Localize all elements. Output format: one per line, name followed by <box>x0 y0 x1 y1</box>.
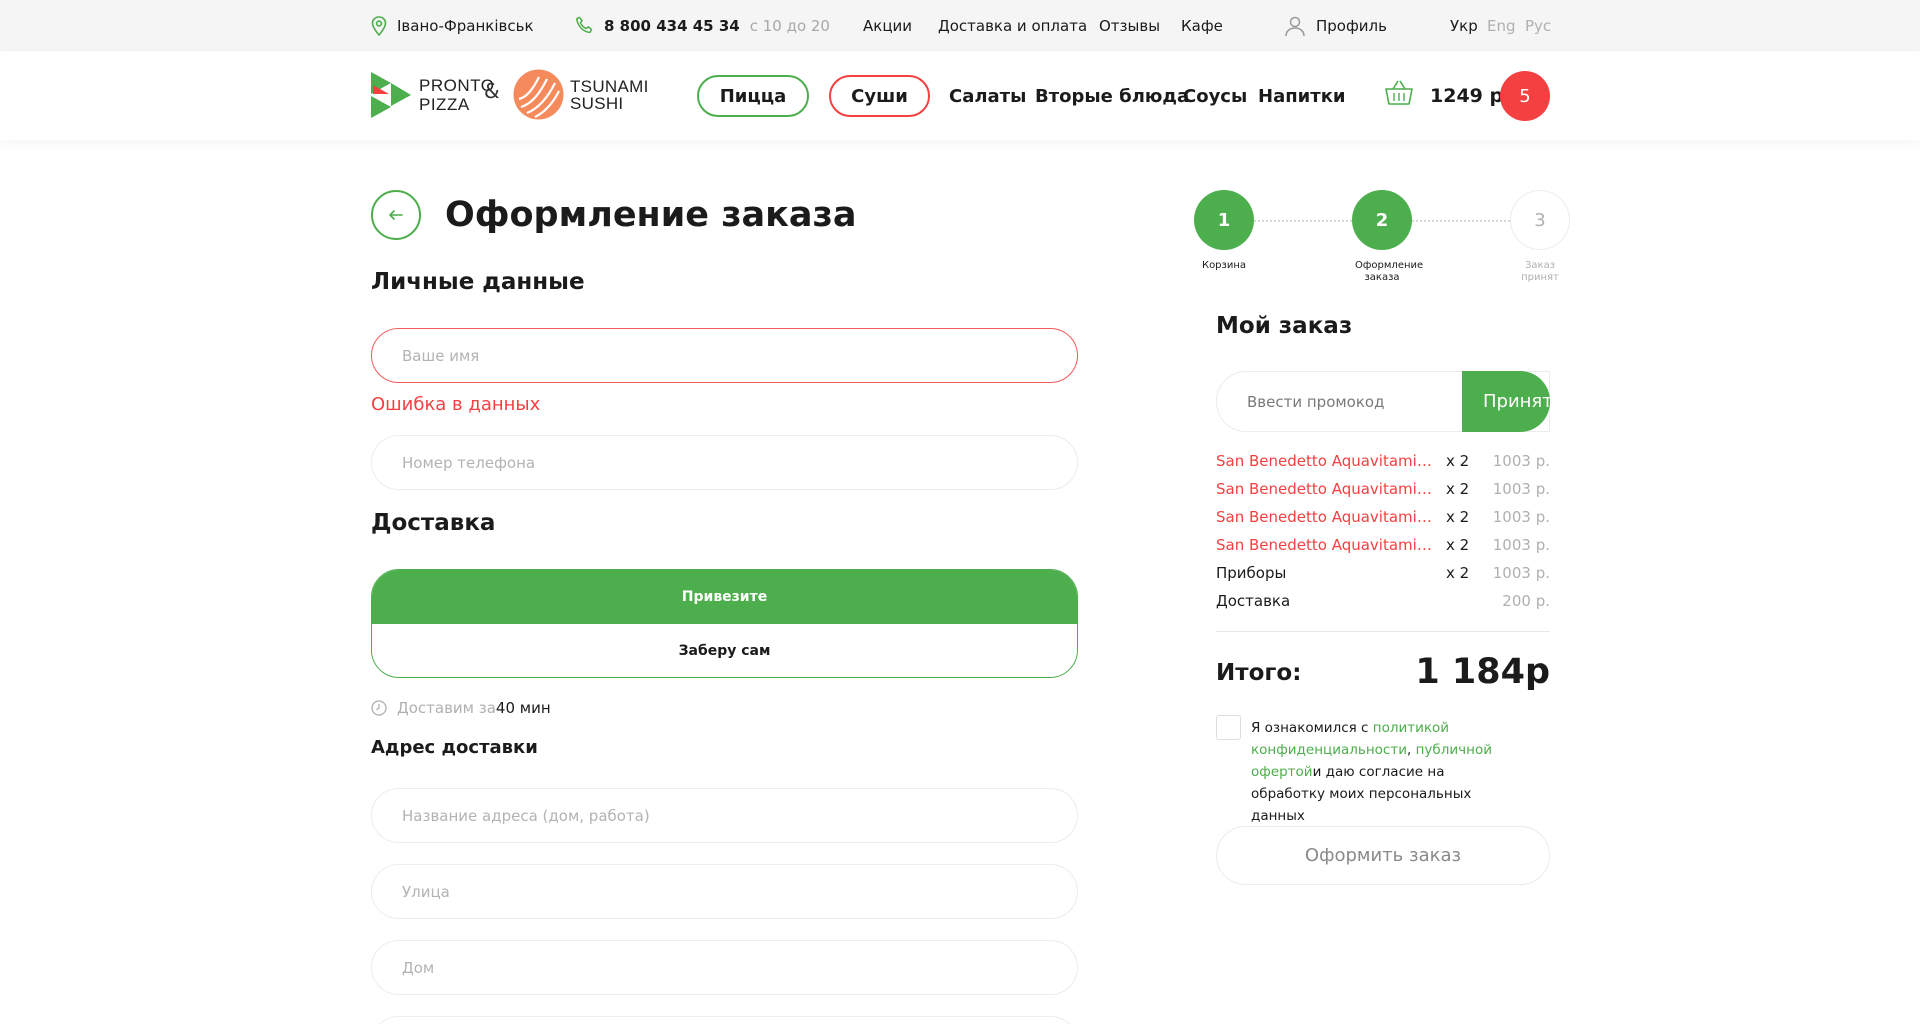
name-input[interactable] <box>371 328 1078 383</box>
order-item-qty: x 2 <box>1446 536 1470 554</box>
agree-checkbox[interactable] <box>1216 715 1241 740</box>
apply-promo-button[interactable]: Принять <box>1462 371 1550 432</box>
city-name: Івано-Франківськ <box>397 16 534 35</box>
step-1-circle: 1 <box>1194 190 1254 250</box>
work-hours: с 10 до 20 <box>749 16 830 35</box>
order-item-price: 200 р. <box>1502 592 1550 610</box>
order-item-name[interactable]: San Benedetto Aquavitamin a... <box>1216 452 1432 470</box>
cart-total[interactable]: 1249 р <box>1430 75 1503 117</box>
clock-icon <box>371 700 387 716</box>
delivery-method-toggle: Привезите Заберу сам <box>371 569 1078 678</box>
cart-count-badge[interactable]: 5 <box>1500 71 1550 121</box>
promo-code-input[interactable] <box>1217 372 1464 431</box>
order-items-list: San Benedetto Aquavitamin a... x 2 1003 … <box>1216 452 1550 620</box>
step-2-label: Оформление заказа <box>1355 260 1424 283</box>
delivery-option-courier[interactable]: Привезите <box>372 570 1077 624</box>
order-item-name: Доставка <box>1216 592 1291 610</box>
delivery-option-pickup[interactable]: Заберу сам <box>372 624 1077 677</box>
lang-ukr[interactable]: Укр <box>1450 0 1478 51</box>
sushi-logo-icon <box>513 69 564 120</box>
top-bar: Івано-Франківськ 8 800 434 45 34 с 10 до… <box>0 0 1920 51</box>
place-order-button[interactable]: Оформить заказ <box>1216 826 1550 885</box>
order-item-price: 1003 р. <box>1492 536 1550 554</box>
order-item-price: 1003 р. <box>1492 480 1550 498</box>
city-selector[interactable]: Івано-Франківськ <box>371 0 534 51</box>
arrow-left-icon <box>389 210 403 220</box>
order-item: San Benedetto Aquavitamin a... x 2 1003 … <box>1216 536 1550 564</box>
step-3-label: Заказ принят <box>1521 260 1559 283</box>
order-item-price: 1003 р. <box>1492 564 1550 582</box>
cart-icon[interactable] <box>1385 80 1413 106</box>
step-1-label: Корзина <box>1201 260 1247 271</box>
order-item: San Benedetto Aquavitamin a... x 2 1003 … <box>1216 508 1550 536</box>
location-pin-icon <box>371 15 387 36</box>
street-input[interactable] <box>371 864 1078 919</box>
phone-icon <box>575 16 593 34</box>
delivery-time: Доставим за 40 мин <box>371 699 551 717</box>
order-item-name[interactable]: San Benedetto Aquavitamin a... <box>1216 536 1432 554</box>
total-value: 1 184р <box>1415 652 1550 692</box>
step-connector-1 <box>1254 220 1352 222</box>
order-item-price: 1003 р. <box>1492 452 1550 470</box>
topnav-promo[interactable]: Акции <box>863 0 912 51</box>
category-sauces[interactable]: Соусы <box>1183 75 1247 117</box>
order-item-name[interactable]: San Benedetto Aquavitamin a... <box>1216 508 1432 526</box>
order-heading: Мой заказ <box>1216 313 1353 339</box>
order-item-name: Приборы <box>1216 564 1287 582</box>
step-connector-2 <box>1412 220 1510 222</box>
delivery-time-value: 40 мин <box>495 699 551 717</box>
pronto-pizza-logo[interactable]: PRONTO PIZZA <box>371 72 494 118</box>
phone-number[interactable]: 8 800 434 45 34 <box>604 17 740 35</box>
name-error-message: Ошибка в данных <box>371 394 541 415</box>
category-sushi[interactable]: Суши <box>829 75 930 117</box>
order-item-price: 1003 р. <box>1492 508 1550 526</box>
order-item: San Benedetto Aquavitamin a... x 2 1003 … <box>1216 480 1550 508</box>
profile-link[interactable]: Профиль <box>1284 0 1387 51</box>
total-label: Итого: <box>1216 660 1302 686</box>
phone-input[interactable] <box>371 435 1078 490</box>
lang-eng[interactable]: Eng <box>1487 0 1516 51</box>
order-item-delivery: Доставка 200 р. <box>1216 592 1550 620</box>
lang-rus[interactable]: Рус <box>1525 0 1551 51</box>
order-item-cutlery: Приборы x 2 1003 р. <box>1216 564 1550 592</box>
next-address-input[interactable] <box>371 1016 1078 1024</box>
house-input[interactable] <box>371 940 1078 995</box>
delivery-time-label: Доставим за <box>397 699 496 717</box>
category-drinks[interactable]: Напитки <box>1258 75 1346 117</box>
address-name-input[interactable] <box>371 788 1078 843</box>
main-header: PRONTO PIZZA & TSUNAMI SUSHI Пицца Суши … <box>0 51 1920 140</box>
step-3-circle: 3 <box>1510 190 1570 250</box>
profile-label: Профиль <box>1316 16 1387 35</box>
category-main-dishes[interactable]: Вторые блюда <box>1035 75 1189 117</box>
phone-block[interactable]: 8 800 434 45 34 с 10 до 20 <box>575 0 830 51</box>
order-divider <box>1216 631 1550 632</box>
step-2-circle: 2 <box>1352 190 1412 250</box>
personal-data-heading: Личные данные <box>371 269 585 295</box>
tsunami-sushi-logo[interactable]: TSUNAMI SUSHI <box>513 69 649 120</box>
order-item-qty: x 2 <box>1446 508 1470 526</box>
back-button[interactable] <box>371 190 421 240</box>
page-title: Оформление заказа <box>445 195 857 235</box>
address-heading: Адрес доставки <box>371 737 538 758</box>
sushi-logo-text: TSUNAMI SUSHI <box>570 76 649 113</box>
order-item-name[interactable]: San Benedetto Aquavitamin a... <box>1216 480 1432 498</box>
topnav-cafe[interactable]: Кафе <box>1181 0 1223 51</box>
topnav-delivery[interactable]: Доставка и оплата <box>938 0 1087 51</box>
agree-text: Я ознакомился с политикой конфиденциальн… <box>1251 720 1492 824</box>
delivery-heading: Доставка <box>371 510 496 536</box>
pronto-logo-icon <box>371 72 411 118</box>
order-item: San Benedetto Aquavitamin a... x 2 1003 … <box>1216 452 1550 480</box>
logo-ampersand: & <box>484 79 500 103</box>
user-icon <box>1285 16 1305 36</box>
topnav-reviews[interactable]: Отзывы <box>1099 0 1160 51</box>
order-item-qty: x 2 <box>1446 564 1470 582</box>
category-salads[interactable]: Салаты <box>949 75 1026 117</box>
category-pizza[interactable]: Пицца <box>697 75 809 117</box>
order-item-qty: x 2 <box>1446 480 1470 498</box>
order-item-qty: x 2 <box>1446 452 1470 470</box>
